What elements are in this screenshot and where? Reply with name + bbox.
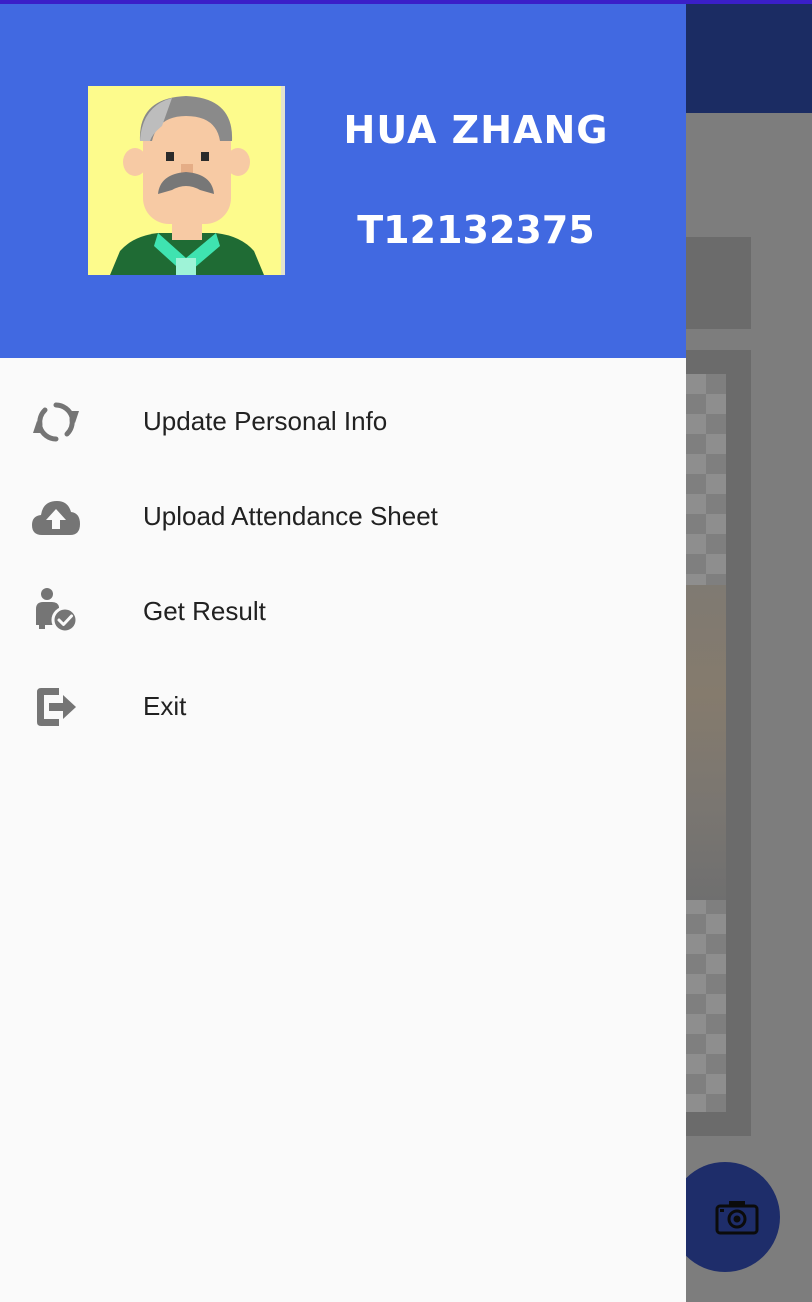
attendance-sheet-photo [686,585,726,900]
person-check-icon [30,586,82,638]
camera-fab-button[interactable] [670,1162,780,1272]
menu-item-update-personal-info[interactable]: Update Personal Info [0,374,686,469]
menu-item-label: Exit [143,691,187,721]
user-id: T12132375 [357,208,595,252]
sync-icon [30,396,82,448]
menu-item-upload-attendance-sheet[interactable]: Upload Attendance Sheet [0,469,686,564]
exit-icon [30,681,82,733]
user-name: HUA ZHANG [343,108,609,152]
app-screen: HUA ZHANG T12132375 Update Personal Info [0,0,812,1302]
menu-item-label: Update Personal Info [143,406,388,436]
avatar [88,86,285,275]
navigation-drawer: HUA ZHANG T12132375 Update Personal Info [0,0,686,1302]
menu-item-exit[interactable]: Exit [0,659,686,754]
drawer-menu: Update Personal Info Upload Attendance S… [0,374,686,754]
camera-icon [715,1201,759,1235]
menu-item-label: Upload Attendance Sheet [143,501,438,531]
cloud-upload-icon [30,491,82,543]
background-card [686,237,751,329]
menu-item-get-result[interactable]: Get Result [0,564,686,659]
status-bar [0,0,812,4]
menu-item-label: Get Result [143,596,266,626]
drawer-header: HUA ZHANG T12132375 [0,0,686,358]
